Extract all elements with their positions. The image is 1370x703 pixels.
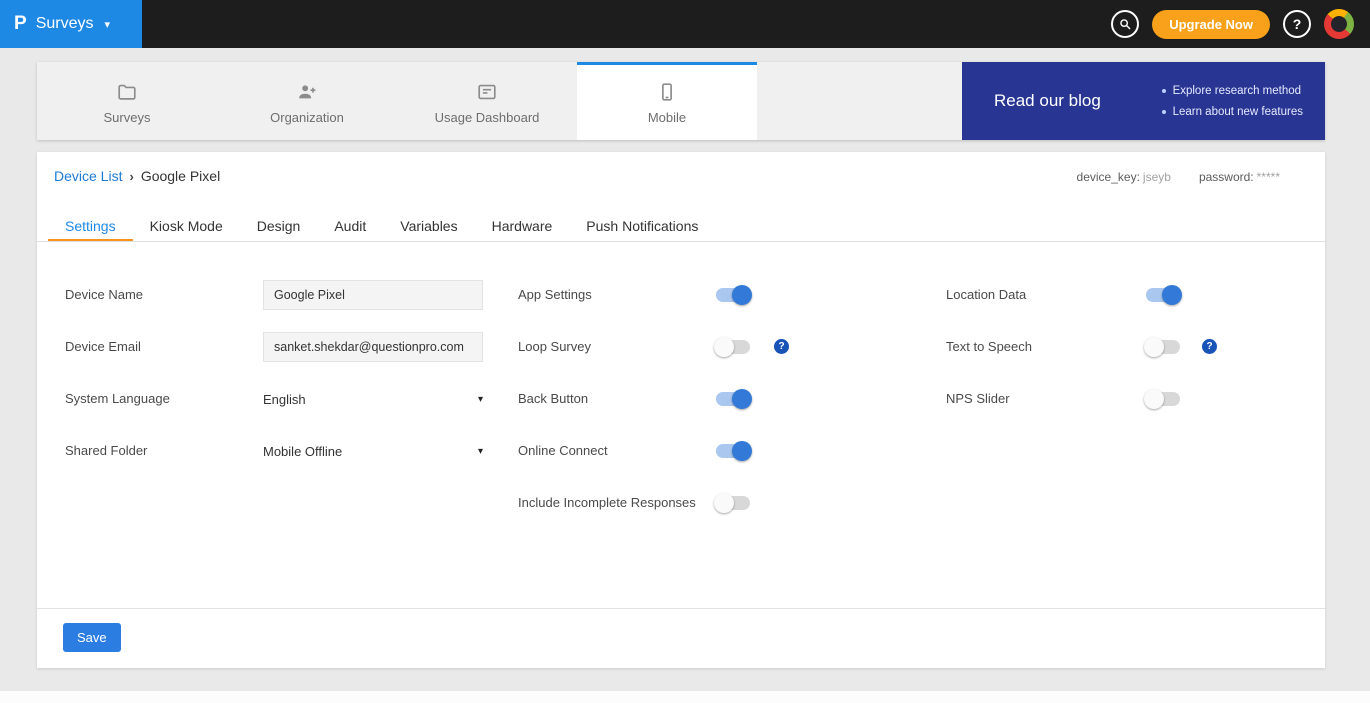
include-incomplete-responses-label: Include Incomplete Responses <box>518 488 696 518</box>
footer-divider <box>37 608 1325 609</box>
shared-folder-select[interactable]: Mobile Offline ▾ <box>263 436 483 466</box>
search-icon <box>1118 17 1132 31</box>
device-meta: device_key:jseyb password:***** <box>1077 170 1280 184</box>
system-language-select[interactable]: English ▾ <box>263 384 483 414</box>
location-data-label: Location Data <box>946 280 1026 310</box>
text-to-speech-toggle[interactable] <box>1146 340 1180 354</box>
online-connect-toggle[interactable] <box>716 444 750 458</box>
tab-settings[interactable]: Settings <box>48 212 133 241</box>
nav-tab-surveys[interactable]: Surveys <box>37 62 217 140</box>
help-button[interactable]: ? <box>1283 10 1311 38</box>
chevron-right-icon: › <box>129 169 133 184</box>
tab-audit[interactable]: Audit <box>317 212 383 241</box>
device-name-label: Device Name <box>65 280 143 310</box>
upgrade-now-button[interactable]: Upgrade Now <box>1152 10 1270 39</box>
tab-hardware[interactable]: Hardware <box>475 212 570 241</box>
shared-folder-value: Mobile Offline <box>263 444 342 459</box>
nav-tab-label: Mobile <box>648 110 686 125</box>
breadcrumb: Device List › Google Pixel <box>54 168 220 184</box>
caret-down-icon: ▾ <box>478 394 483 405</box>
caret-down-icon: ▾ <box>478 446 483 457</box>
device-email-label: Device Email <box>65 332 141 362</box>
nps-slider-toggle[interactable] <box>1146 392 1180 406</box>
settings-tab-bar: Settings Kiosk Mode Design Audit Variabl… <box>37 212 1325 242</box>
tab-kiosk-mode[interactable]: Kiosk Mode <box>133 212 240 241</box>
nav-tab-label: Surveys <box>104 110 151 125</box>
device-password: password:***** <box>1199 170 1280 184</box>
device-name-input[interactable] <box>263 280 483 310</box>
back-button-toggle[interactable] <box>716 392 750 406</box>
search-button[interactable] <box>1111 10 1139 38</box>
nav-tab-organization[interactable]: Organization <box>217 62 397 140</box>
breadcrumb-current: Google Pixel <box>141 168 220 184</box>
surveys-menu-label: Surveys <box>36 15 94 33</box>
blog-bullet-list: Explore research method Learn about new … <box>1162 85 1303 118</box>
dashboard-icon <box>476 81 498 103</box>
surveys-menu-button[interactable]: P Surveys ▾ <box>0 0 142 48</box>
system-language-value: English <box>263 392 306 407</box>
loop-survey-label: Loop Survey <box>518 332 591 362</box>
blog-banner-title: Read our blog <box>994 91 1101 111</box>
nav-tab-label: Usage Dashboard <box>435 110 540 125</box>
blog-bullet-item: Learn about new features <box>1162 106 1303 118</box>
device-list-link[interactable]: Device List <box>54 168 122 184</box>
nav-tab-label: Organization <box>270 110 344 125</box>
location-data-toggle[interactable] <box>1146 288 1180 302</box>
topbar-actions: Upgrade Now ? <box>1111 9 1370 39</box>
folder-icon <box>116 81 138 103</box>
caret-down-icon: ▾ <box>104 18 110 31</box>
question-mark-icon: ? <box>1293 16 1302 32</box>
text-to-speech-label: Text to Speech <box>946 332 1032 362</box>
topbar: P Surveys ▾ Upgrade Now ? <box>0 0 1370 48</box>
tab-variables[interactable]: Variables <box>383 212 474 241</box>
blog-bullet-item: Explore research method <box>1162 85 1303 97</box>
tab-push-notifications[interactable]: Push Notifications <box>569 212 715 241</box>
include-incomplete-responses-toggle[interactable] <box>716 496 750 510</box>
nav-tab-mobile[interactable]: Mobile <box>577 62 757 140</box>
system-language-label: System Language <box>65 384 170 414</box>
mobile-icon <box>656 81 678 103</box>
back-button-label: Back Button <box>518 384 588 414</box>
questionpro-logo-icon: P <box>14 13 27 35</box>
primary-nav: Surveys Organization Usage Dashboard Mob… <box>37 62 1325 140</box>
nps-slider-label: NPS Slider <box>946 384 1010 414</box>
device-settings-card: Device List › Google Pixel device_key:js… <box>37 152 1325 668</box>
blog-banner[interactable]: Read our blog Explore research method Le… <box>962 62 1325 140</box>
text-to-speech-help-icon[interactable]: ? <box>1202 339 1217 354</box>
bullet-dot <box>1162 110 1166 114</box>
app-settings-toggle[interactable] <box>716 288 750 302</box>
online-connect-label: Online Connect <box>518 436 608 466</box>
tab-design[interactable]: Design <box>240 212 318 241</box>
app-settings-label: App Settings <box>518 280 592 310</box>
nav-tab-usage-dashboard[interactable]: Usage Dashboard <box>397 62 577 140</box>
loop-survey-help-icon[interactable]: ? <box>774 339 789 354</box>
account-gauge-avatar[interactable] <box>1324 9 1354 39</box>
footer-strip <box>0 691 1370 703</box>
save-button[interactable]: Save <box>63 623 121 652</box>
bullet-dot <box>1162 89 1166 93</box>
person-add-icon <box>296 81 318 103</box>
loop-survey-toggle[interactable] <box>716 340 750 354</box>
shared-folder-label: Shared Folder <box>65 436 147 466</box>
device-key: device_key:jseyb <box>1077 170 1171 184</box>
device-email-input[interactable] <box>263 332 483 362</box>
